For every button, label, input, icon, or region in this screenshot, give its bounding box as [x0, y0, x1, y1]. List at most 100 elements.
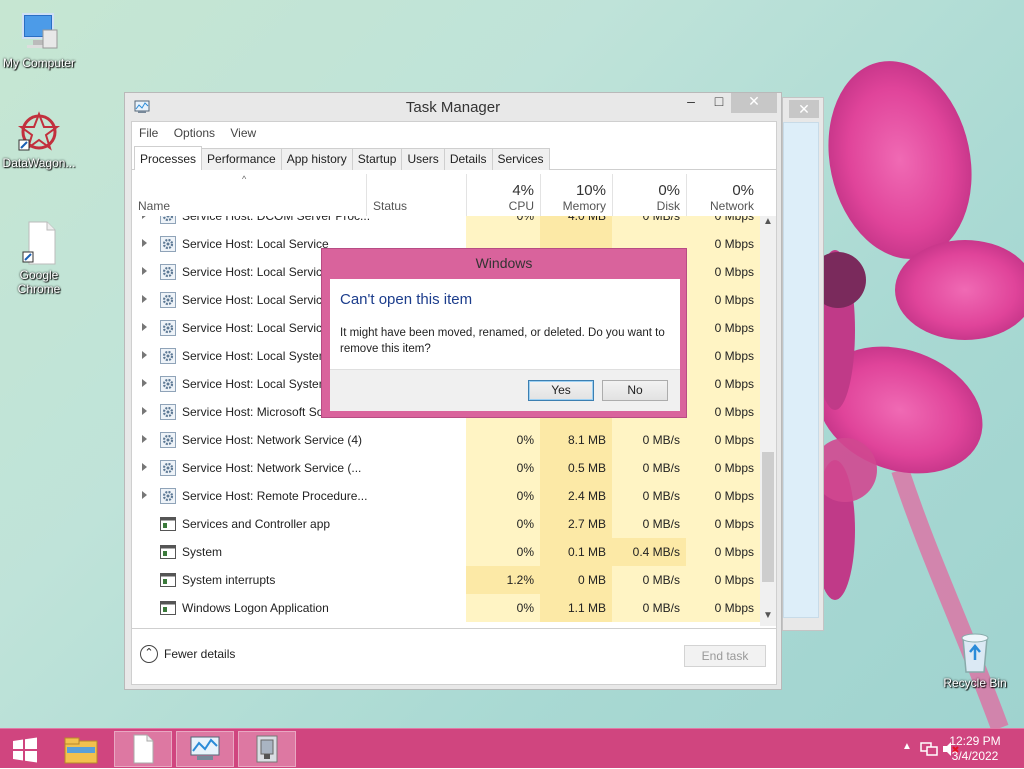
task-manager-icon — [190, 736, 220, 760]
process-memory: 0 MB — [540, 566, 612, 594]
process-cpu: 0% — [466, 454, 540, 482]
taskbar: ▲ 12:29 PM 3/4/2022 — [0, 728, 1024, 768]
scroll-down-icon[interactable]: ▼ — [760, 610, 776, 626]
process-row[interactable]: Service Host: DCOM Server Proc... 0% 4.0 M… — [132, 216, 760, 230]
show-hidden-icons-icon[interactable]: ▲ — [902, 741, 912, 752]
scrollbar-thumb[interactable] — [762, 452, 774, 582]
expand-arrow-icon[interactable] — [142, 267, 147, 275]
sort-arrow-icon: ^ — [242, 174, 247, 184]
menu-file[interactable]: File — [139, 126, 158, 140]
fewer-details-button[interactable]: ⌃ Fewer details — [140, 645, 235, 663]
process-network: 0 Mbps — [686, 426, 760, 454]
process-network: 0 Mbps — [686, 258, 760, 286]
clock[interactable]: 12:29 PM 3/4/2022 — [944, 734, 1006, 764]
scroll-up-icon[interactable]: ▲ — [760, 216, 776, 232]
process-network: 0 Mbps — [686, 454, 760, 482]
process-name: Service Host: Local Service — [182, 237, 329, 251]
desktop-icon-label: Google Chrome — [17, 268, 61, 296]
minimize-button[interactable]: – — [677, 93, 705, 113]
desktop-icon-label: My Computer — [2, 56, 76, 70]
taskbar-blank-document[interactable] — [114, 731, 172, 767]
process-network: 0 Mbps — [686, 230, 760, 258]
process-network: 0 Mbps — [686, 314, 760, 342]
vertical-scrollbar[interactable]: ▲ ▼ — [760, 216, 776, 626]
process-row[interactable]: Windows Logon Application 0% 1.1 MB 0 MB/s 0… — [132, 594, 760, 622]
column-header-disk[interactable]: 0% Disk — [612, 174, 686, 216]
desktop-icon-datawagon[interactable]: DataWagon... — [0, 110, 80, 170]
process-memory: 4.0 MB — [540, 216, 612, 230]
process-memory: 2.4 MB — [540, 482, 612, 510]
end-task-button[interactable]: End task — [684, 645, 766, 667]
tab-processes[interactable]: Processes — [134, 146, 203, 170]
service-gear-icon — [160, 320, 176, 336]
taskbar-archive-app[interactable] — [238, 731, 296, 767]
column-header-status[interactable]: Status — [366, 174, 466, 216]
menu-bar: File Options View — [132, 122, 776, 144]
fewer-details-label: Fewer details — [164, 647, 236, 661]
process-name: Service Host: Local System — [182, 377, 329, 391]
expand-arrow-icon[interactable] — [142, 435, 147, 443]
cant-open-dialog[interactable]: Windows Can't open this item It might ha… — [321, 248, 687, 418]
process-name: Service Host: Local Service — [182, 265, 329, 279]
background-window-close-button[interactable]: ✕ — [789, 100, 819, 118]
desktop-icon-label: Recycle Bin — [943, 676, 1007, 690]
network-icon[interactable] — [920, 741, 938, 757]
tab-strip: Processes Performance App history Startu… — [132, 146, 776, 170]
memory-label: Memory — [562, 199, 606, 213]
taskbar-task-manager[interactable] — [176, 731, 234, 767]
process-network: 0 Mbps — [686, 594, 760, 622]
start-button[interactable] — [0, 731, 50, 767]
tab-startup[interactable]: Startup — [351, 148, 403, 170]
expand-arrow-icon[interactable] — [142, 463, 147, 471]
archive-app-icon — [256, 735, 278, 763]
expand-arrow-icon[interactable] — [142, 239, 147, 247]
column-header-memory[interactable]: 10% Memory — [540, 174, 612, 216]
process-network: 0 Mbps — [686, 510, 760, 538]
no-button[interactable]: No — [602, 380, 668, 401]
dialog-button-bar: Yes No — [330, 369, 680, 411]
menu-options[interactable]: Options — [174, 126, 215, 140]
service-gear-icon — [160, 488, 176, 504]
datawagon-app-icon — [17, 111, 61, 151]
process-row[interactable]: System interrupts 1.2% 0 MB 0 MB/s 0 Mbps — [132, 566, 760, 594]
column-header-name[interactable]: ^ Name — [132, 174, 366, 216]
column-header-cpu[interactable]: 4% CPU — [466, 174, 540, 216]
process-memory: 8.1 MB — [540, 426, 612, 454]
background-window[interactable]: ✕ — [782, 97, 824, 631]
process-network: 0 Mbps — [686, 342, 760, 370]
process-row[interactable]: Service Host: Network Service (4) 0% 8.1 M… — [132, 426, 760, 454]
expand-arrow-icon[interactable] — [142, 323, 147, 331]
close-button[interactable]: ✕ — [731, 93, 777, 113]
desktop-icon-recycle-bin[interactable]: Recycle Bin — [934, 630, 1016, 690]
process-row[interactable]: Service Host: Network Service (... 0% 0.5 … — [132, 454, 760, 482]
process-row[interactable]: System 0% 0.1 MB 0.4 MB/s 0 Mbps — [132, 538, 760, 566]
menu-view[interactable]: View — [230, 126, 256, 140]
expand-arrow-icon[interactable] — [142, 407, 147, 415]
column-header-network[interactable]: 0% Network — [686, 174, 760, 216]
expand-arrow-icon[interactable] — [142, 351, 147, 359]
process-window-icon — [160, 573, 176, 587]
process-name: Service Host: Remote Procedure... — [182, 489, 368, 503]
expand-arrow-icon[interactable] — [142, 295, 147, 303]
desktop-icon-google-chrome[interactable]: Google Chrome — [0, 220, 80, 296]
process-window-icon — [160, 601, 176, 615]
maximize-button[interactable]: □ — [705, 93, 733, 113]
tab-services[interactable]: Services — [491, 148, 550, 170]
tab-details[interactable]: Details — [443, 148, 493, 170]
expand-arrow-icon[interactable] — [142, 379, 147, 387]
process-window-icon — [160, 517, 176, 531]
expand-arrow-icon[interactable] — [142, 216, 147, 219]
expand-arrow-icon[interactable] — [142, 491, 147, 499]
yes-button[interactable]: Yes — [528, 380, 594, 401]
desktop-icon-label: DataWagon... — [2, 156, 76, 170]
tab-performance[interactable]: Performance — [201, 148, 282, 170]
process-row[interactable]: Service Host: Remote Procedure... 0% 2.4 M… — [132, 482, 760, 510]
process-row[interactable]: Services and Controller app 0% 2.7 MB 0 MB/… — [132, 510, 760, 538]
title-bar[interactable]: Task Manager – □ ✕ — [125, 93, 781, 121]
tab-app-history[interactable]: App history — [280, 148, 353, 170]
taskbar-file-explorer[interactable] — [52, 731, 110, 767]
tab-users[interactable]: Users — [401, 148, 445, 170]
process-disk: 0 MB/s — [612, 566, 686, 594]
process-cpu: 0% — [466, 482, 540, 510]
desktop-icon-my-computer[interactable]: My Computer — [0, 10, 80, 70]
